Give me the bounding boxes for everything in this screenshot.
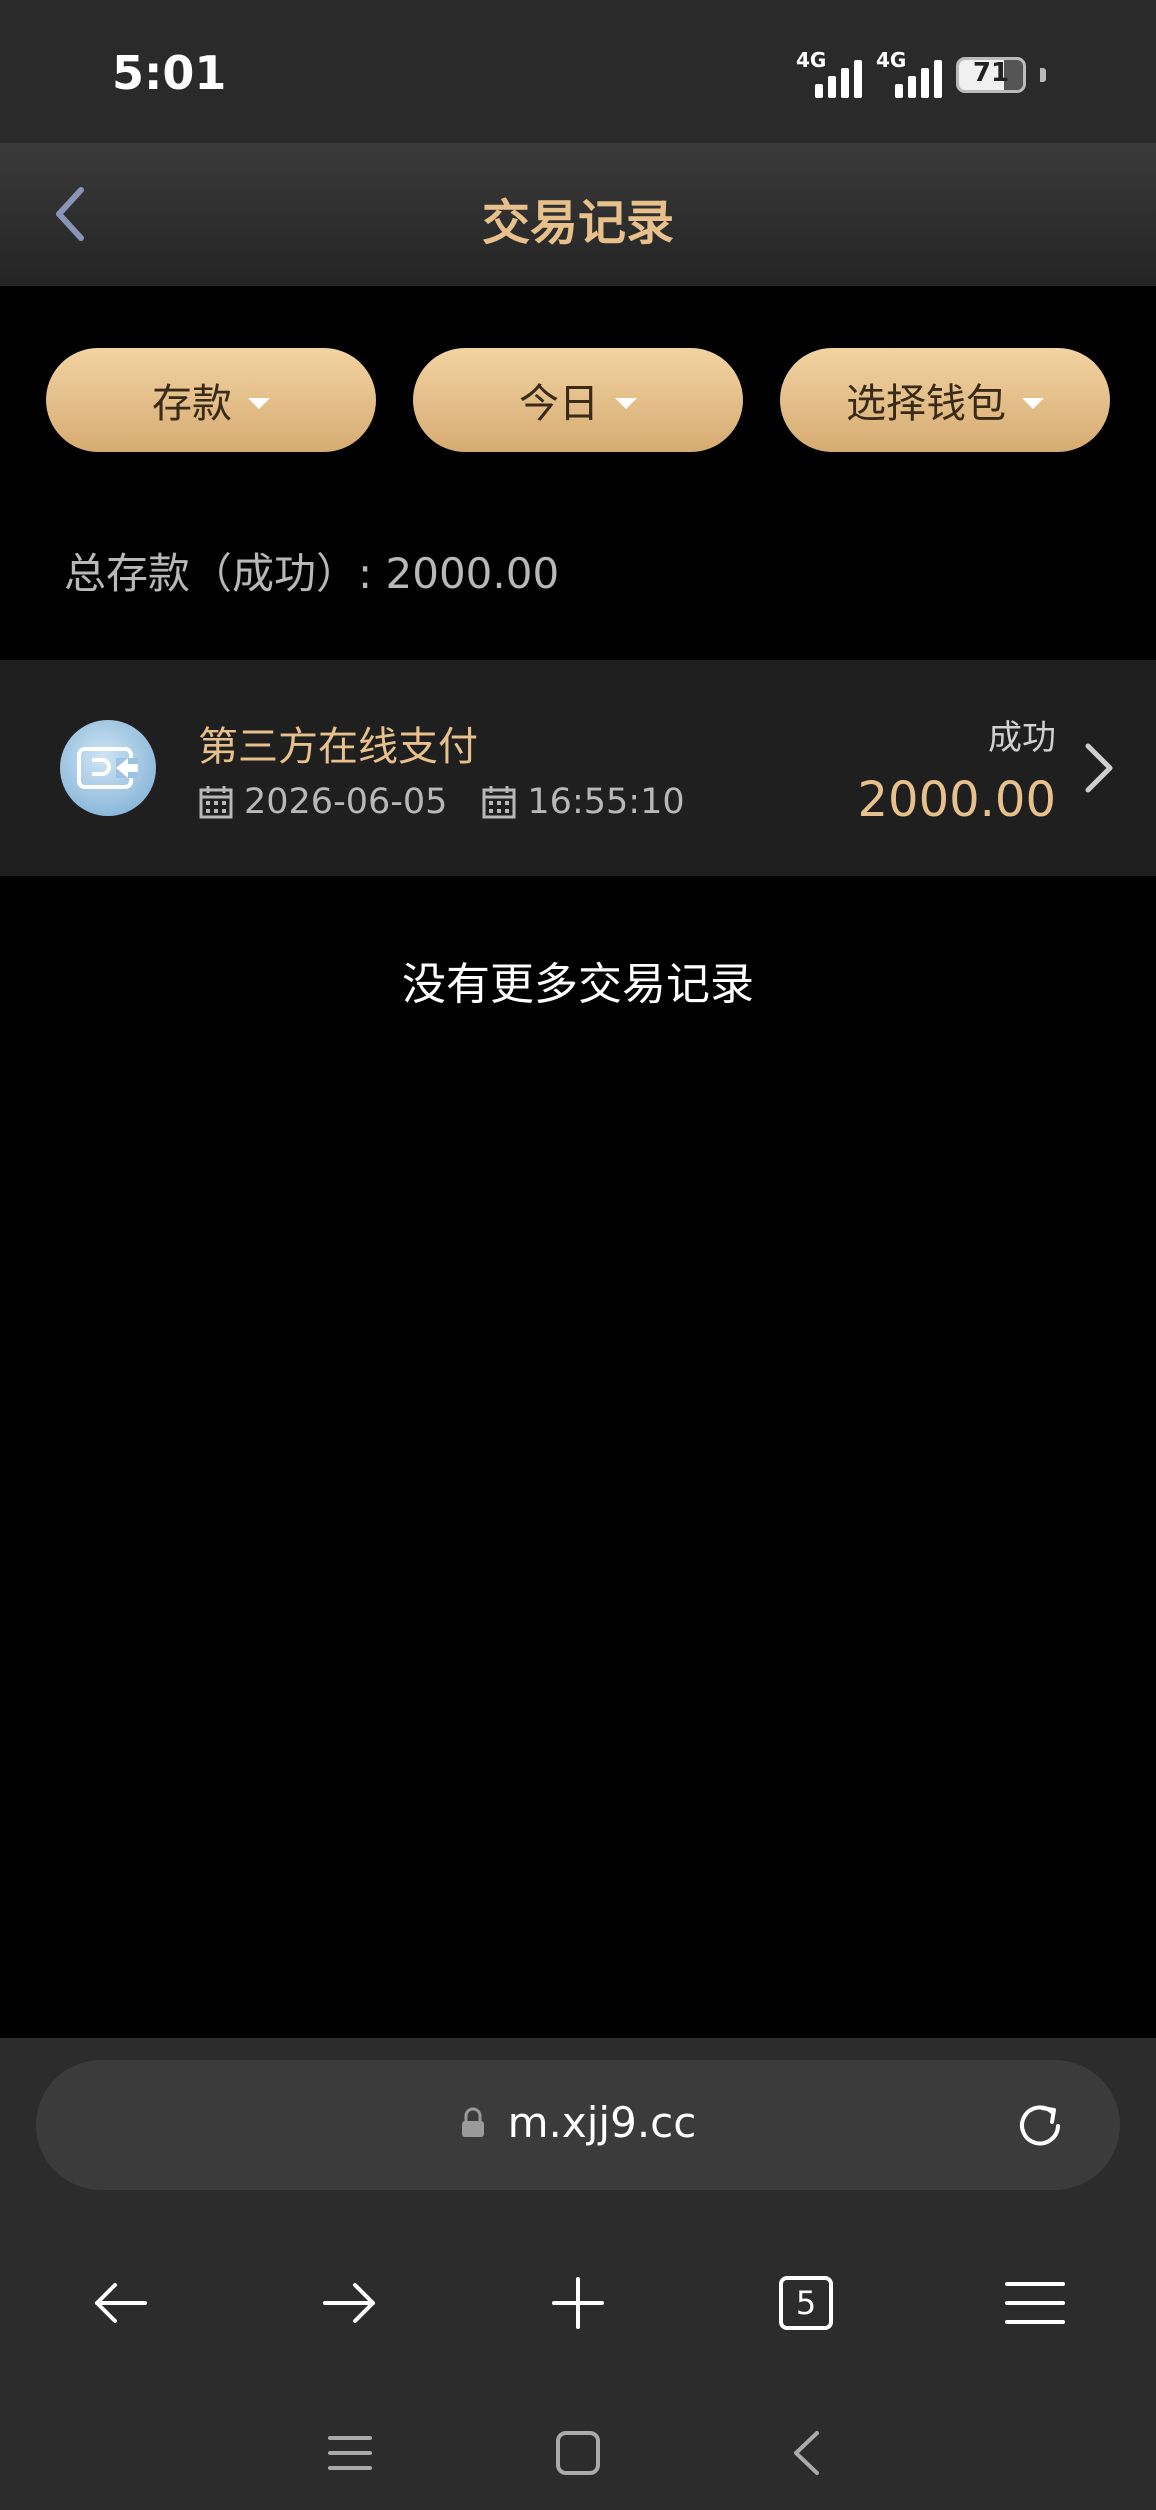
transaction-status: 成功 [988, 718, 1056, 758]
transaction-method: 第三方在线支付 [198, 724, 478, 770]
browser-forward-button[interactable] [294, 2248, 404, 2358]
home-button[interactable] [528, 2398, 628, 2508]
home-icon [556, 2431, 600, 2475]
system-nav-bar [0, 2398, 1156, 2508]
page-title: 交易记录 [481, 195, 674, 251]
nav-bar: 交易记录 [0, 143, 1156, 286]
tab-count: 5 [795, 2284, 817, 2322]
filter-date-label: 今日 [519, 381, 599, 427]
url-text: m.xjj9.cc [507, 2098, 697, 2147]
filter-type-label: 存款 [152, 381, 232, 427]
system-back-icon [794, 2431, 819, 2475]
forward-icon [323, 2283, 375, 2323]
status-indicators: 4G 4G 71 [796, 48, 1046, 100]
transaction-datetime: 2026-06-05 16:55:10 [198, 782, 685, 822]
tabs-button[interactable]: 5 [751, 2248, 861, 2358]
caret-down-icon [615, 397, 637, 409]
transaction-amount: 2000.00 [857, 772, 1057, 828]
reload-icon[interactable] [1010, 2096, 1070, 2156]
transaction-row[interactable]: 第三方在线支付 2026-06-05 16:55:10 成功 2000.00 [0, 660, 1156, 876]
battery-icon: 71 [956, 57, 1026, 93]
battery-level: 71 [972, 58, 1010, 88]
filter-type-dropdown[interactable]: 存款 [46, 348, 376, 452]
total-deposit-summary: 总存款（成功）: 2000.00 [64, 549, 560, 598]
filter-wallet-label: 选择钱包 [846, 381, 1006, 427]
calendar-icon [482, 786, 516, 819]
caret-down-icon [248, 397, 270, 409]
address-bar[interactable]: m.xjj9.cc [36, 2060, 1120, 2190]
filter-wallet-dropdown[interactable]: 选择钱包 [780, 348, 1110, 452]
no-more-records-message: 没有更多交易记录 [402, 959, 754, 1010]
browser-toolbar: 5 [0, 2248, 1156, 2358]
signal-icon: 4G [876, 48, 942, 98]
lock-icon [461, 2107, 484, 2137]
signal-icon: 4G [796, 48, 862, 98]
plus-icon [552, 2277, 604, 2329]
browser-chrome: m.xjj9.cc 5 [0, 2038, 1156, 2510]
transaction-time: 16:55:10 [527, 782, 685, 822]
status-bar: 5:01 4G 4G 71 [0, 0, 1156, 143]
transaction-date: 2026-06-05 [244, 782, 448, 822]
recent-apps-icon [328, 2436, 372, 2470]
filter-bar: 存款 今日 选择钱包 [46, 348, 1110, 452]
status-time: 5:01 [112, 46, 227, 100]
system-back-button[interactable] [756, 2398, 856, 2508]
chevron-right-icon [1085, 743, 1113, 793]
tabs-icon: 5 [779, 2276, 833, 2330]
menu-icon [1005, 2282, 1065, 2324]
filter-date-dropdown[interactable]: 今日 [413, 348, 743, 452]
calendar-icon [199, 786, 233, 819]
back-icon [95, 2283, 147, 2323]
browser-back-button[interactable] [66, 2248, 176, 2358]
browser-menu-button[interactable] [980, 2248, 1090, 2358]
payment-card-icon [60, 720, 156, 816]
new-tab-button[interactable] [523, 2248, 633, 2358]
caret-down-icon [1022, 397, 1044, 409]
recent-apps-button[interactable] [300, 2398, 400, 2508]
